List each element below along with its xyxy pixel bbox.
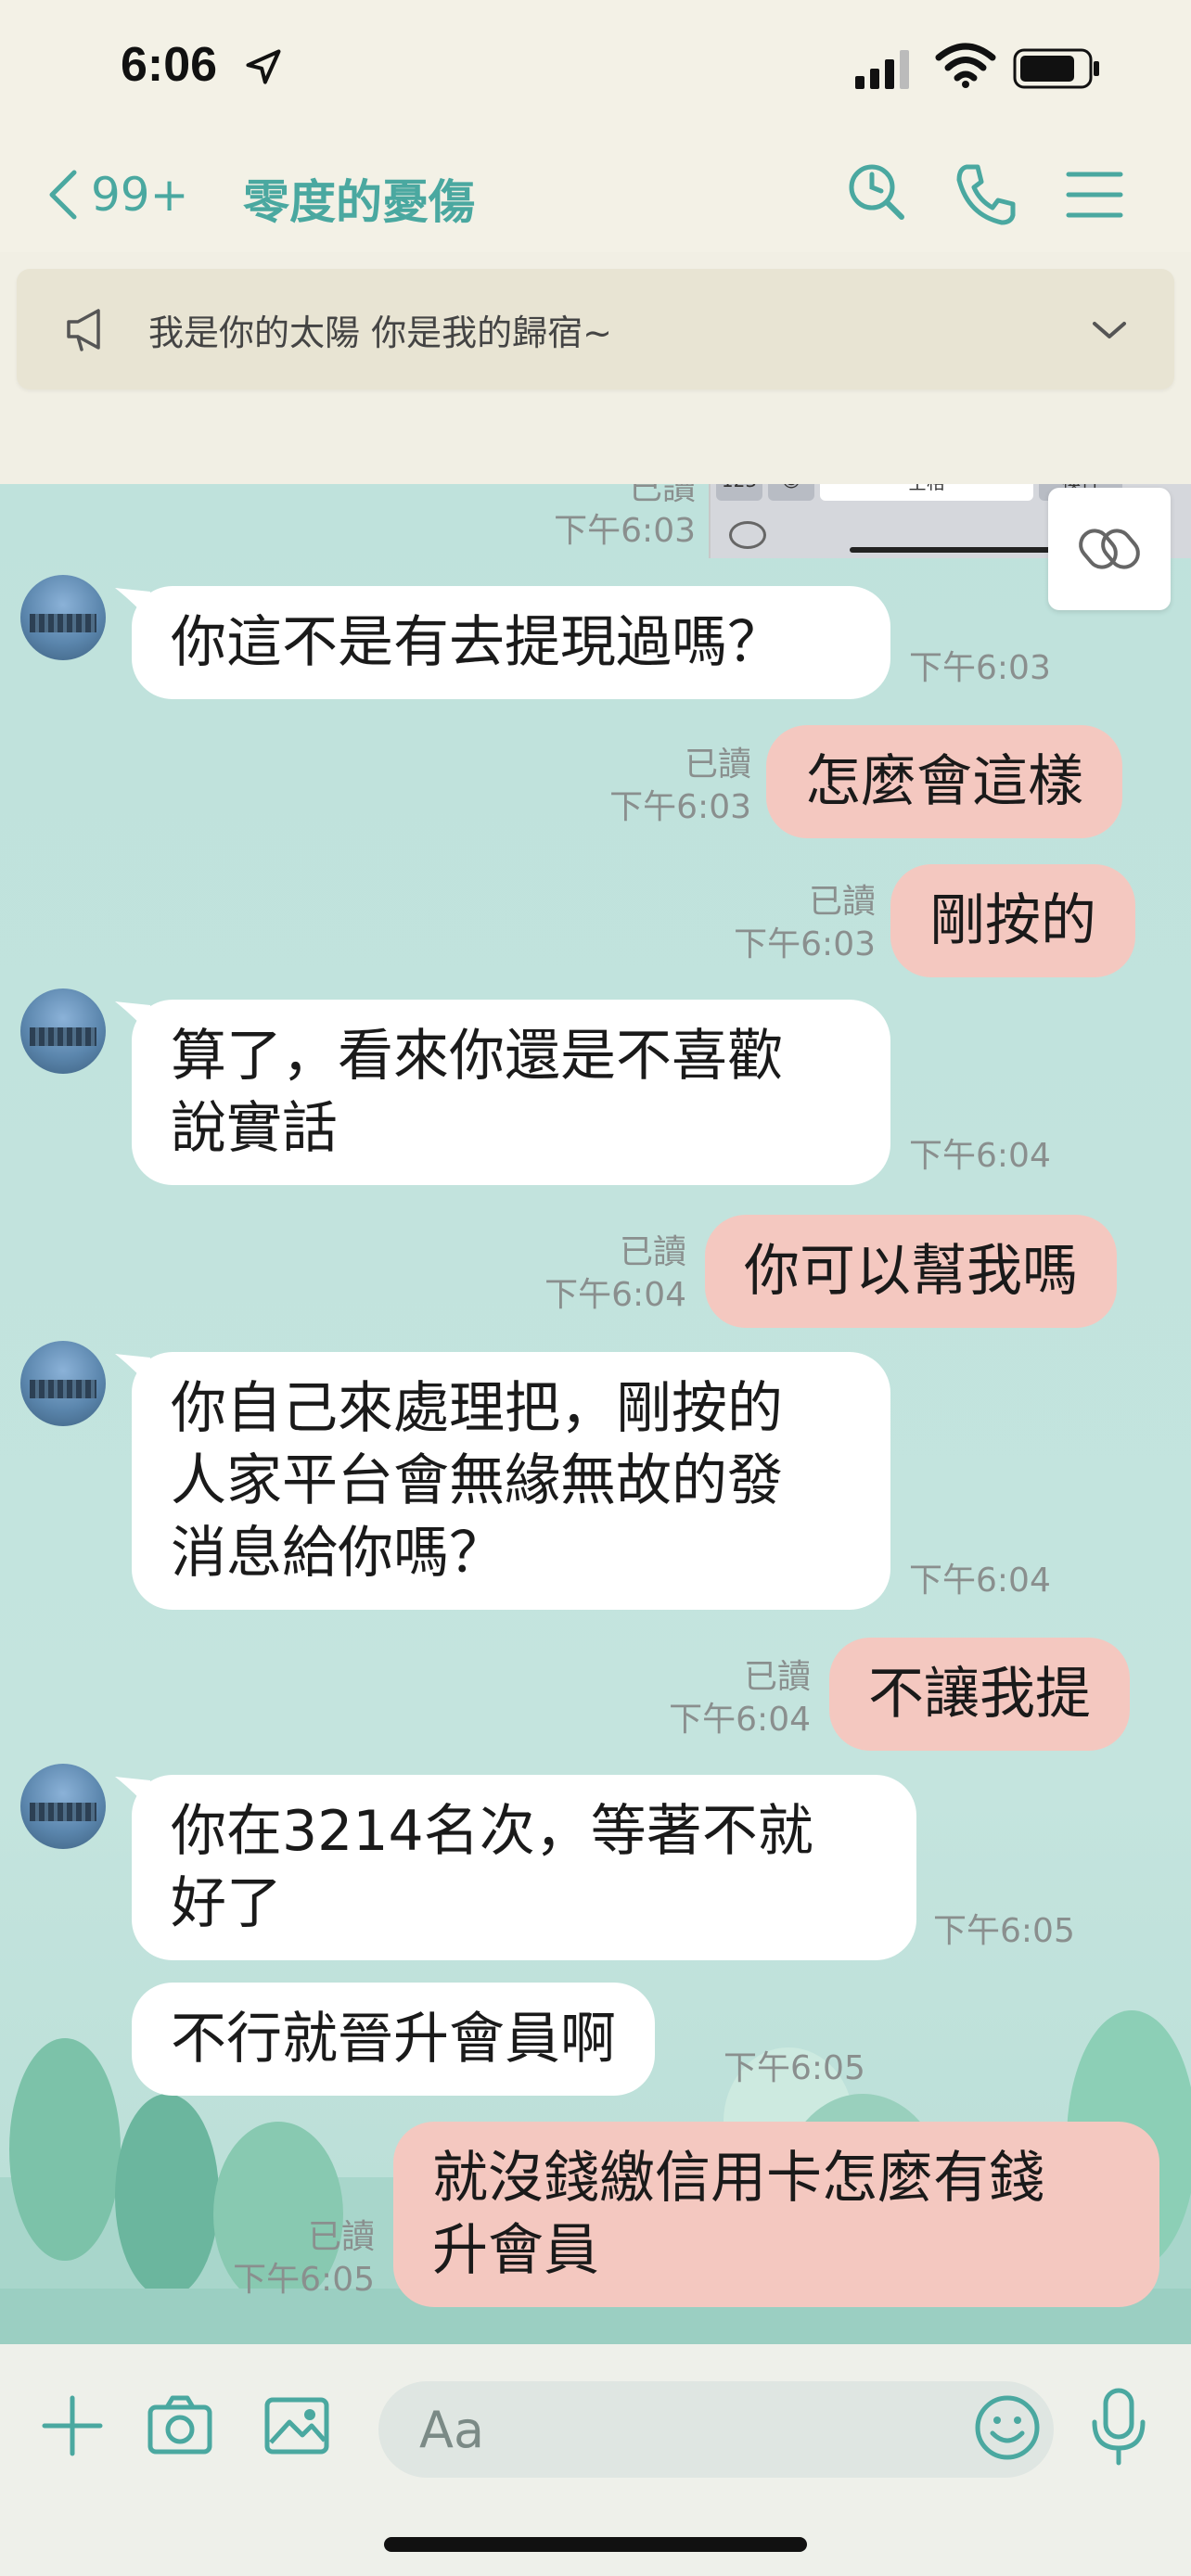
message-text: 怎麼會這樣 bbox=[805, 749, 1083, 814]
link-icon bbox=[1079, 529, 1140, 569]
message-input[interactable]: Aa bbox=[378, 2381, 1054, 2478]
timestamp: 下午6:04 bbox=[909, 1137, 1051, 1175]
gallery-button[interactable] bbox=[260, 2389, 334, 2463]
timestamp: 下午6:03 bbox=[734, 925, 876, 963]
timestamp: 下午6:05 bbox=[233, 2261, 375, 2299]
message-line: 說實話 bbox=[171, 1096, 338, 1161]
message-line: 好了 bbox=[171, 1871, 282, 1936]
battery-icon bbox=[1013, 48, 1099, 89]
message-meta: 已讀 下午6:04 bbox=[510, 1231, 686, 1317]
keyboard-key: 空格 bbox=[820, 484, 1033, 501]
timestamp: 下午6:03 bbox=[554, 512, 696, 550]
timestamp: 下午6:04 bbox=[669, 1701, 811, 1739]
status-time: 6:06 bbox=[121, 38, 218, 92]
timestamp: 下午6:03 bbox=[909, 649, 1051, 687]
message-bubble-outgoing[interactable]: 就沒錢繳信用卡怎麼有錢 升會員 bbox=[393, 2122, 1159, 2307]
announcement-text: 我是你的太陽 你是我的歸宿~ bbox=[148, 312, 612, 353]
pinned-announcement[interactable]: 我是你的太陽 你是我的歸宿~ bbox=[17, 269, 1174, 389]
message-bubble-outgoing[interactable]: 你可以幫我嗎 bbox=[705, 1215, 1117, 1328]
camera-icon bbox=[147, 2395, 212, 2455]
timestamp: 下午6:05 bbox=[933, 1912, 1075, 1950]
plus-icon bbox=[42, 2395, 103, 2456]
message-line: 人家平台會無緣無故的發 bbox=[171, 1448, 783, 1513]
timestamp: 下午6:03 bbox=[609, 788, 751, 826]
read-receipt: 已讀 bbox=[307, 2218, 375, 2256]
message-input-placeholder: Aa bbox=[419, 2400, 485, 2459]
add-button[interactable] bbox=[35, 2389, 109, 2463]
message-line: 你在3214名次，等著不就 bbox=[171, 1799, 813, 1864]
message-bubble-outgoing[interactable]: 剛按的 bbox=[890, 864, 1135, 977]
message-bubble-outgoing[interactable]: 不讓我提 bbox=[829, 1638, 1130, 1751]
message-line: 你自己來處理把，剛按的 bbox=[171, 1376, 783, 1441]
message-line: 不行就晉升會員啊 bbox=[171, 2007, 616, 2072]
message-meta: 已讀 下午6:03 bbox=[575, 744, 751, 829]
message-meta: 已讀 下午6:04 bbox=[634, 1656, 811, 1741]
message-text: 剛按的 bbox=[929, 888, 1096, 953]
read-receipt: 已讀 bbox=[743, 1658, 811, 1696]
emoji-icon[interactable] bbox=[972, 2392, 1043, 2463]
message-bubble-incoming[interactable]: 你這不是有去提現過嗎？ bbox=[132, 586, 890, 699]
message-meta: 已讀 下午6:03 bbox=[519, 484, 696, 553]
read-receipt: 已讀 bbox=[684, 746, 751, 784]
message-bubble-incoming[interactable]: 算了，看來你還是不喜歡 說實話 bbox=[132, 1000, 890, 1185]
search-button[interactable] bbox=[840, 158, 915, 232]
avatar[interactable] bbox=[20, 575, 106, 660]
message-bubble-outgoing[interactable]: 怎麼會這樣 bbox=[766, 725, 1122, 838]
timestamp: 下午6:04 bbox=[544, 1276, 686, 1314]
timestamp: 下午6:05 bbox=[724, 2049, 865, 2087]
microphone-icon[interactable] bbox=[1085, 2385, 1152, 2468]
status-bar: 6:06 bbox=[0, 0, 1191, 139]
message-line: 升會員 bbox=[432, 2218, 599, 2283]
location-arrow-icon bbox=[246, 49, 281, 84]
avatar[interactable] bbox=[20, 988, 106, 1074]
menu-button[interactable] bbox=[1057, 158, 1132, 232]
message-bubble-incoming[interactable]: 不行就晉升會員啊 bbox=[132, 1983, 655, 2096]
nav-bar: 99+ 零度的憂傷 bbox=[0, 148, 1191, 241]
chat-area[interactable]: ㄷㄉㄏㄒㅁㄥㄩㅂㄨㄥ⌫ 123☺空格換行 已讀 下午6:03 你這不是有去提現過… bbox=[0, 484, 1191, 2344]
hamburger-menu-icon bbox=[1066, 172, 1123, 218]
read-receipt: 已讀 bbox=[628, 484, 696, 507]
image-icon bbox=[264, 2397, 329, 2455]
keyboard-key: ☺ bbox=[768, 484, 814, 501]
home-indicator bbox=[384, 2537, 807, 2552]
message-text: 你可以幫我嗎 bbox=[744, 1239, 1078, 1304]
link-button[interactable] bbox=[1048, 488, 1171, 610]
avatar[interactable] bbox=[20, 1341, 106, 1426]
unread-count: 99+ bbox=[91, 168, 189, 222]
read-receipt: 已讀 bbox=[619, 1233, 686, 1271]
message-line: 就沒錢繳信用卡怎麼有錢 bbox=[432, 2146, 1044, 2211]
wifi-icon bbox=[935, 43, 996, 88]
message-meta: 已讀 下午6:03 bbox=[699, 881, 876, 966]
message-line: 你這不是有去提現過嗎？ bbox=[171, 610, 783, 675]
message-bubble-incoming[interactable]: 你自己來處理把，剛按的 人家平台會無緣無故的發 消息給你嗎？ bbox=[132, 1352, 890, 1610]
cellular-signal-icon bbox=[855, 50, 909, 89]
chevron-down-icon[interactable] bbox=[1082, 301, 1137, 357]
avatar[interactable] bbox=[20, 1764, 106, 1849]
globe-icon bbox=[729, 521, 766, 549]
top-chrome: 6:06 99+ 零度的憂傷 bbox=[0, 0, 1191, 252]
message-meta: 已讀 下午6:05 bbox=[198, 2216, 375, 2302]
keyboard-key: 123 bbox=[716, 484, 762, 501]
chevron-left-icon bbox=[49, 170, 77, 220]
back-button[interactable]: 99+ bbox=[45, 158, 189, 232]
chat-title: 零度的憂傷 bbox=[243, 175, 475, 229]
timestamp: 下午6:04 bbox=[909, 1562, 1051, 1600]
message-bubble-incoming[interactable]: 你在3214名次，等著不就 好了 bbox=[132, 1775, 916, 1960]
message-line: 算了，看來你還是不喜歡 bbox=[171, 1024, 783, 1089]
call-button[interactable] bbox=[950, 158, 1024, 232]
phone-icon bbox=[956, 164, 1016, 225]
message-line: 消息給你嗎？ bbox=[171, 1521, 505, 1586]
message-text: 不讓我提 bbox=[868, 1662, 1091, 1727]
search-icon bbox=[849, 164, 904, 220]
megaphone-icon bbox=[67, 309, 100, 351]
kb-home-indicator bbox=[850, 547, 1054, 553]
camera-button[interactable] bbox=[143, 2389, 217, 2463]
read-receipt: 已讀 bbox=[808, 883, 876, 921]
